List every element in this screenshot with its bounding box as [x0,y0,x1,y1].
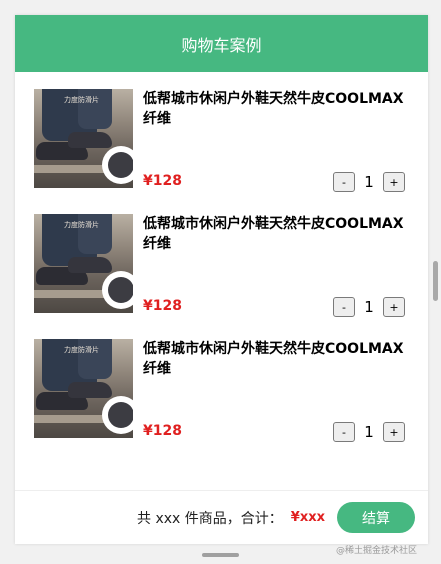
checkout-button[interactable]: 结算 [337,502,415,533]
increase-button[interactable]: + [383,172,405,192]
quantity-value: 1 [364,423,374,441]
quantity-stepper: - 1 + [333,422,405,442]
product-name: 低帮城市休闲户外鞋天然牛皮COOLMAX纤维 [143,341,404,377]
product-image[interactable]: 力度防滑片 [34,214,133,313]
product-image[interactable]: 力度防滑片 [34,339,133,438]
app-window: 购物车案例 力度防滑片 低帮城市休闲户外鞋天然牛皮COOLMAX纤维 ¥128 … [15,15,428,544]
product-image-badge [102,271,133,309]
cart-item: 力度防滑片 低帮城市休闲户外鞋天然牛皮COOLMAX纤维 ¥128 - 1 + [15,322,428,447]
watermark: @稀土掘金技术社区 [336,546,418,556]
product-name: 低帮城市休闲户外鞋天然牛皮COOLMAX纤维 [143,91,404,127]
decrease-button[interactable]: - [333,172,355,192]
cart-total: ¥xxx [290,510,325,525]
product-image[interactable]: 力度防滑片 [34,89,133,188]
product-price: ¥128 [143,173,182,189]
quantity-value: 1 [364,173,374,191]
decrease-button[interactable]: - [333,422,355,442]
product-image-caption: 力度防滑片 [64,346,99,354]
product-image-shoe [68,257,112,273]
cart-item: 力度防滑片 低帮城市休闲户外鞋天然牛皮COOLMAX纤维 ¥128 - 1 + [15,197,428,322]
increase-button[interactable]: + [383,422,405,442]
page-title: 购物车案例 [181,35,262,55]
cart-summary: 共 xxx 件商品，合计： [137,510,283,527]
resize-handle[interactable] [202,553,239,557]
product-image-shoe [68,382,112,398]
decrease-button[interactable]: - [333,297,355,317]
increase-button[interactable]: + [383,297,405,317]
quantity-stepper: - 1 + [333,297,405,317]
product-price: ¥128 [143,298,182,314]
product-image-badge [102,146,133,184]
app-header: 购物车案例 [15,15,428,72]
product-price: ¥128 [143,423,182,439]
product-image-caption: 力度防滑片 [64,221,99,229]
quantity-value: 1 [364,298,374,316]
product-image-caption: 力度防滑片 [64,96,99,104]
cart-list: 力度防滑片 低帮城市休闲户外鞋天然牛皮COOLMAX纤维 ¥128 - 1 + … [15,72,428,447]
product-image-badge [102,396,133,434]
cart-item: 力度防滑片 低帮城市休闲户外鞋天然牛皮COOLMAX纤维 ¥128 - 1 + [15,72,428,197]
quantity-stepper: - 1 + [333,172,405,192]
scrollbar-thumb[interactable] [433,261,438,301]
product-image-shoe [68,132,112,148]
product-name: 低帮城市休闲户外鞋天然牛皮COOLMAX纤维 [143,216,404,252]
cart-footer: 共 xxx 件商品，合计： ¥xxx 结算 [15,490,428,544]
